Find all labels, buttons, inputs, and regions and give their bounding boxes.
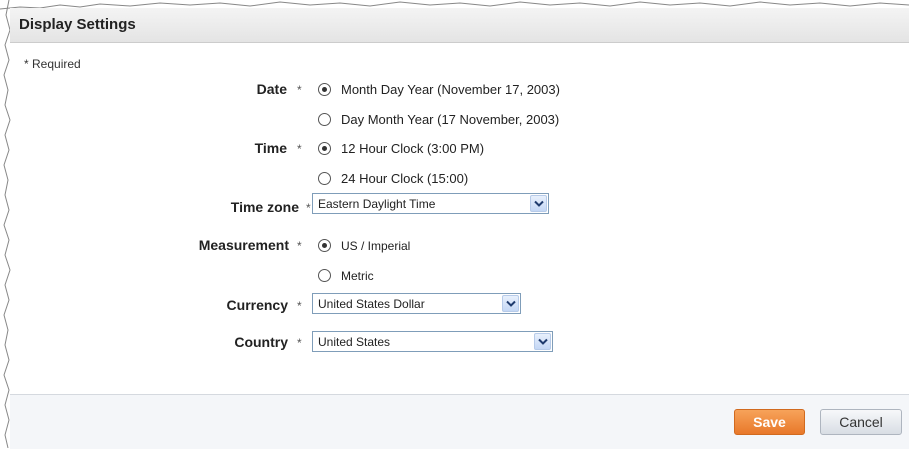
time-label: Time xyxy=(254,140,287,156)
chevron-down-icon[interactable] xyxy=(502,295,519,312)
country-select[interactable]: United States xyxy=(312,331,553,352)
page-title: Display Settings xyxy=(19,16,136,33)
panel-header: Display Settings xyxy=(10,8,909,43)
time-option-24h-radio[interactable] xyxy=(318,172,331,185)
chevron-down-icon[interactable] xyxy=(530,195,547,212)
date-option-mdy-radio[interactable] xyxy=(318,83,331,96)
required-asterisk: * xyxy=(297,336,302,350)
measurement-option-us-radio[interactable] xyxy=(318,239,331,252)
timezone-label: Time zone xyxy=(230,199,299,215)
time-option-24h-label[interactable]: 24 Hour Clock (15:00) xyxy=(341,171,468,186)
time-option-12h-radio[interactable] xyxy=(318,142,331,155)
currency-label: Currency xyxy=(226,297,288,313)
required-asterisk: * xyxy=(297,299,302,313)
cancel-button[interactable]: Cancel xyxy=(820,409,902,435)
torn-left-edge xyxy=(3,0,11,448)
date-option-mdy-label[interactable]: Month Day Year (November 17, 2003) xyxy=(341,82,560,97)
chevron-down-icon[interactable] xyxy=(534,333,551,350)
measurement-option-us-label[interactable]: US / Imperial xyxy=(341,239,410,253)
required-asterisk: * xyxy=(297,239,302,253)
country-label: Country xyxy=(234,334,288,350)
date-option-dmy-label[interactable]: Day Month Year (17 November, 2003) xyxy=(341,112,559,127)
date-label: Date xyxy=(256,81,287,97)
required-asterisk: * xyxy=(306,201,311,215)
save-button[interactable]: Save xyxy=(734,409,805,435)
required-asterisk: * xyxy=(297,83,302,97)
timezone-select-value: Eastern Daylight Time xyxy=(318,197,436,211)
timezone-select[interactable]: Eastern Daylight Time xyxy=(312,193,549,214)
measurement-option-metric-radio[interactable] xyxy=(318,269,331,282)
date-option-dmy-radio[interactable] xyxy=(318,113,331,126)
currency-select[interactable]: United States Dollar xyxy=(312,293,521,314)
time-option-12h-label[interactable]: 12 Hour Clock (3:00 PM) xyxy=(341,141,484,156)
required-asterisk: * xyxy=(297,142,302,156)
required-note: * Required xyxy=(24,57,81,71)
measurement-option-metric-label[interactable]: Metric xyxy=(341,269,374,283)
measurement-label: Measurement xyxy=(198,237,289,253)
country-select-value: United States xyxy=(318,335,391,349)
currency-select-value: United States Dollar xyxy=(318,297,425,311)
